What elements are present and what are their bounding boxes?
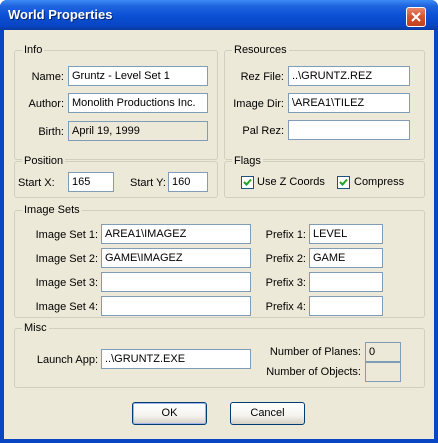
image-set-3-field[interactable] (101, 272, 251, 292)
close-icon (411, 12, 421, 22)
dialog-client-area: Info Name: Gruntz - Level Set 1 Author: … (4, 30, 434, 439)
rez-file-field[interactable]: ..\GRUNTZ.REZ (288, 66, 410, 86)
use-z-coords-checkbox[interactable] (241, 176, 254, 189)
author-label: Author: (28, 98, 64, 110)
window-title: World Properties (8, 7, 113, 22)
prefix-1-field[interactable]: LEVEL (309, 224, 383, 244)
prefix-4-field[interactable] (309, 296, 383, 316)
birth-field: April 19, 1999 (68, 121, 208, 141)
world-properties-dialog: World Properties Info Name: Gruntz - Lev… (0, 0, 438, 443)
checkmark-icon (243, 178, 252, 186)
number-of-objects-label: Number of Objects: (266, 366, 361, 378)
info-group-label: Info (22, 44, 45, 57)
prefix-2-field[interactable]: GAME (309, 248, 383, 268)
window-frame-right (434, 30, 438, 443)
image-set-2-field[interactable]: GAME\IMAGEZ (101, 248, 251, 268)
image-set-3-label: Image Set 3: (35, 277, 98, 289)
start-x-field[interactable]: 165 (68, 172, 114, 192)
compress-label[interactable]: Compress (354, 175, 404, 189)
launch-app-field[interactable]: ..\GRUNTZ.EXE (101, 349, 251, 369)
launch-app-label: Launch App: (36, 354, 98, 366)
compress-checkbox[interactable] (337, 176, 350, 189)
prefix-3-label: Prefix 3: (265, 277, 306, 289)
window-frame-bottom (0, 439, 438, 443)
use-z-coords-label[interactable]: Use Z Coords (257, 175, 325, 189)
image-set-4-field[interactable] (101, 296, 251, 316)
number-of-planes-field: 0 (365, 342, 401, 362)
prefix-3-field[interactable] (309, 272, 383, 292)
cancel-button[interactable]: Cancel (230, 402, 305, 425)
start-y-field[interactable]: 160 (168, 172, 208, 192)
prefix-1-label: Prefix 1: (265, 229, 306, 241)
image-set-1-field[interactable]: AREA1\IMAGEZ (101, 224, 251, 244)
number-of-objects-field (365, 362, 401, 382)
author-field[interactable]: Monolith Productions Inc. (68, 93, 208, 113)
title-bar[interactable]: World Properties (0, 0, 438, 30)
checkmark-icon (339, 178, 348, 186)
close-button[interactable] (406, 7, 426, 27)
number-of-planes-label: Number of Planes: (269, 346, 361, 358)
pal-rez-label: Pal Rez: (242, 125, 284, 137)
resources-group-label: Resources (232, 44, 289, 57)
image-dir-label: Image Dir: (233, 98, 284, 110)
image-set-2-label: Image Set 2: (35, 253, 98, 265)
start-x-label: Start X: (18, 177, 55, 189)
prefix-4-label: Prefix 4: (265, 301, 306, 313)
name-field[interactable]: Gruntz - Level Set 1 (68, 66, 208, 86)
position-group-label: Position (22, 155, 66, 168)
name-label: Name: (31, 71, 64, 83)
image-set-1-label: Image Set 1: (35, 229, 98, 241)
prefix-2-label: Prefix 2: (265, 253, 306, 265)
image-sets-group-label: Image Sets (22, 204, 82, 217)
start-y-label: Start Y: (130, 177, 166, 189)
flags-group-label: Flags (232, 155, 263, 168)
rez-file-label: Rez File: (240, 71, 284, 83)
image-dir-field[interactable]: \AREA1\TILEZ (288, 93, 410, 113)
birth-label: Birth: (38, 126, 64, 138)
image-set-4-label: Image Set 4: (35, 301, 98, 313)
misc-group-label: Misc (22, 322, 49, 335)
pal-rez-field[interactable] (288, 120, 410, 140)
ok-button[interactable]: OK (132, 402, 207, 425)
